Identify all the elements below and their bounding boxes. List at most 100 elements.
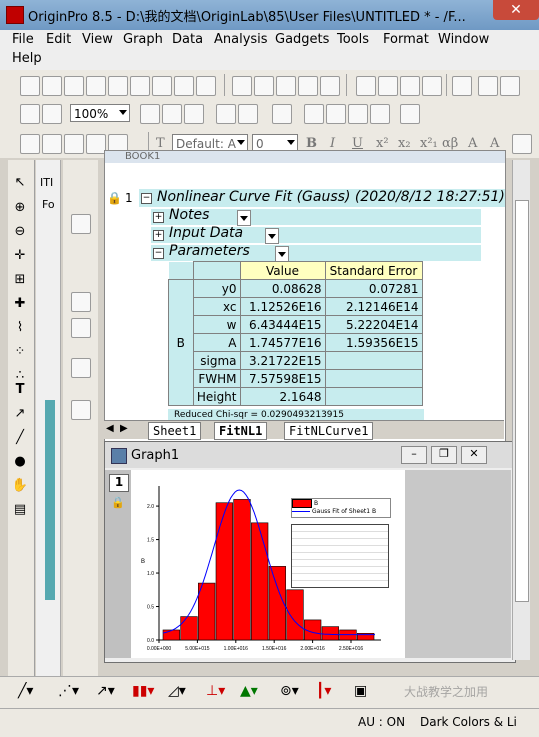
import-multiple-icon[interactable] <box>378 76 398 96</box>
param-error[interactable]: 2.12146E14 <box>324 297 423 316</box>
close-button[interactable]: ✕ <box>493 0 539 20</box>
refresh-icon[interactable] <box>42 104 62 124</box>
new-matrix-icon[interactable] <box>130 76 150 96</box>
dropdown-icon[interactable] <box>237 210 251 226</box>
increase-font-icon[interactable]: A <box>468 136 477 151</box>
param-error[interactable] <box>324 369 423 388</box>
tab-sheet1[interactable]: Sheet1 <box>148 422 202 440</box>
param-error[interactable]: 5.22204E14 <box>324 315 423 334</box>
tab-nav-left-icon[interactable]: ◀ <box>106 423 114 434</box>
pointer-icon[interactable]: ↖ <box>11 175 29 191</box>
greek-icon[interactable]: αβ <box>442 136 458 151</box>
data-reader-tool-icon[interactable]: ⊞ <box>11 272 29 288</box>
menu-data[interactable]: Data <box>172 32 203 47</box>
message-log-icon[interactable] <box>304 104 324 124</box>
results-log-icon[interactable] <box>238 104 258 124</box>
open-icon[interactable] <box>232 76 252 96</box>
param-error[interactable] <box>324 351 423 370</box>
fit-report-table[interactable] <box>291 524 389 588</box>
more-tools-icon[interactable] <box>512 134 532 154</box>
menu-graph[interactable]: Graph <box>123 32 163 47</box>
polar-plot-icon[interactable]: ⊚▾ <box>280 683 299 699</box>
restore-button[interactable]: ❐ <box>431 446 457 464</box>
line-plot-icon[interactable]: ╱▾ <box>18 683 33 699</box>
italic-icon[interactable]: I <box>330 136 335 151</box>
param-error[interactable]: 1.59356E15 <box>324 333 423 352</box>
merge-icon[interactable] <box>71 358 91 378</box>
new-workbook-icon[interactable] <box>64 76 84 96</box>
dropdown-icon[interactable] <box>275 246 289 262</box>
layer-chart-icon[interactable] <box>71 214 91 234</box>
project-explorer-icon[interactable] <box>272 104 292 124</box>
expand-icon[interactable]: + <box>153 212 164 223</box>
menu-help[interactable]: Help <box>12 51 42 66</box>
explorer-tab-2[interactable]: Fo <box>42 198 55 211</box>
save-project-icon[interactable] <box>298 76 318 96</box>
new-excel-icon[interactable] <box>86 76 106 96</box>
open-excel-icon[interactable] <box>276 76 296 96</box>
help-icon[interactable] <box>370 104 390 124</box>
new-folder-icon[interactable] <box>42 76 62 96</box>
tab-fitnl1[interactable]: FitNL1 <box>214 422 268 440</box>
superscript-icon[interactable]: x² <box>376 136 389 151</box>
param-value[interactable]: 2.1648 <box>239 387 326 406</box>
arrow-tool-icon[interactable]: ↗ <box>11 406 29 422</box>
draw-data-icon[interactable]: ⁘ <box>11 344 29 360</box>
stock-plot-icon[interactable]: ┃▾ <box>316 683 331 699</box>
tab-fitnlcurve1[interactable]: FitNLCurve1 <box>284 422 374 440</box>
subscript-icon[interactable]: x₂ <box>398 136 411 151</box>
copy-page-icon[interactable] <box>184 104 204 124</box>
open-template-icon[interactable] <box>254 76 274 96</box>
window-cascade-icon[interactable] <box>500 76 520 96</box>
legend[interactable]: B Gauss Fit of Sheet1 B <box>291 498 391 518</box>
dropdown-icon[interactable] <box>265 228 279 244</box>
pointer-small-icon[interactable] <box>71 318 91 338</box>
text-tool-icon[interactable]: T <box>11 382 29 398</box>
section-notes[interactable]: + Notes <box>151 207 481 226</box>
scroll-thumb[interactable] <box>515 200 529 602</box>
menu-format[interactable]: Format <box>383 32 429 47</box>
collapse-icon[interactable]: − <box>141 193 152 204</box>
supersub-icon[interactable]: x²₁ <box>420 136 438 151</box>
new-layout-icon[interactable] <box>174 76 194 96</box>
minimize-button[interactable]: – <box>401 446 427 464</box>
duplicate-graph-icon[interactable] <box>42 134 62 154</box>
menu-tools[interactable]: Tools <box>337 32 369 47</box>
circle-tool-icon[interactable]: ● <box>11 454 29 470</box>
export-page-icon[interactable] <box>162 104 182 124</box>
lock-icon[interactable] <box>64 134 84 154</box>
line-tool-icon[interactable]: ╱ <box>11 430 29 446</box>
layer-number[interactable]: 1 <box>109 474 129 492</box>
annotation-icon[interactable]: ✚ <box>11 296 29 312</box>
zoom-out-icon[interactable]: ⊖ <box>11 224 29 240</box>
header-value[interactable]: Value <box>239 261 326 280</box>
region-icon[interactable]: ⌇ <box>11 320 29 336</box>
param-error[interactable] <box>324 387 423 406</box>
underline-icon[interactable]: U <box>352 136 363 151</box>
code-builder-icon[interactable] <box>216 104 236 124</box>
print-icon[interactable] <box>140 104 160 124</box>
area-plot-icon[interactable]: ◿▾ <box>168 683 186 699</box>
section-input-data[interactable]: + Input Data <box>151 225 481 244</box>
scatter-plot-icon[interactable]: ⋰▾ <box>58 683 79 699</box>
pen-icon[interactable] <box>20 134 40 154</box>
duplicate-icon[interactable] <box>20 104 40 124</box>
param-value[interactable]: 0.08628 <box>239 279 326 298</box>
line-symbol-icon[interactable]: ↗▾ <box>96 683 115 699</box>
menu-gadgets[interactable]: Gadgets <box>275 32 329 47</box>
recalculate-icon[interactable] <box>422 76 442 96</box>
menu-file[interactable]: File <box>12 32 34 47</box>
script-window-icon[interactable] <box>348 104 368 124</box>
bold-icon[interactable]: B <box>306 136 317 151</box>
section-parameters[interactable]: − Parameters <box>151 243 481 262</box>
zoom-in-icon[interactable]: ⊕ <box>11 200 29 216</box>
menu-view[interactable]: View <box>82 32 113 47</box>
zoom-select[interactable]: 100% <box>70 104 130 122</box>
template-library-icon[interactable]: ▣ <box>354 683 367 699</box>
menu-window[interactable]: Window <box>438 32 489 47</box>
antenna-icon[interactable] <box>71 400 91 420</box>
menu-analysis[interactable]: Analysis <box>214 32 268 47</box>
screen-reader-icon[interactable]: ✛ <box>11 248 29 264</box>
param-value[interactable]: 6.43444E15 <box>239 315 326 334</box>
box-plot-icon[interactable]: ⊥▾ <box>206 683 225 699</box>
